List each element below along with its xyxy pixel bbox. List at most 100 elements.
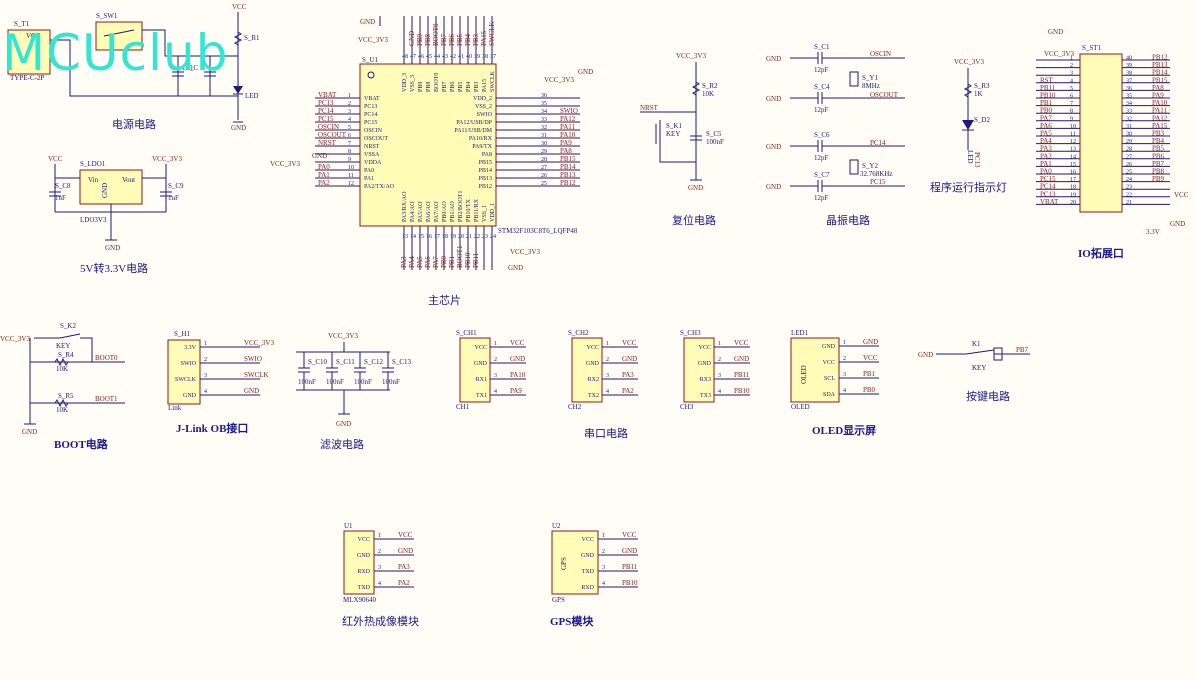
mcu-pin-name: BOOT0 [434,73,440,92]
uart-ch3: S_CH3 CH3 1 VCC VCC 2 GND GND 3 RX3 PB11 4 TX3 PB10 [680,329,750,411]
mcu-net-label: OSCOUT [318,131,347,139]
jlink-connector: S_H1 Link 1 3.3V VCC_3V3 2 SWIO SWIO 3 SWCLK SWC… [167,330,274,412]
filter-cap-val: 100nF [326,378,344,386]
mcu-pin-num: 5 [348,125,351,131]
mcu-net-label: PA10 [560,131,576,139]
mcu-pin-num: 7 [348,141,351,147]
boot-boot1: BOOT1 [95,395,118,403]
mcu-pin-num: 38 [482,54,488,60]
io-pin-num: 19 [1070,192,1076,198]
ir-net-label: VCC [398,531,413,539]
uart-pin-num: 2 [606,357,609,363]
mcu-pin-num: 24 [490,234,496,240]
section-title-ir: 红外热成像模块 [342,615,419,628]
oled-connector: LED1 OLED OLED 1 GND GND 2 VCC VCC 3 SCL PB1 4 SDA… [790,329,879,411]
crystal-oscin: OSCIN [870,50,891,58]
mcu-pin-name: PA2/TX/AO [364,184,395,190]
mcu-left-gnd: GND [312,152,327,160]
io-pin-num: 39 [1126,63,1132,69]
section-title-led: 程序运行指示灯 [930,180,1007,194]
section-title-boot: BOOT电路 [54,437,109,451]
gps-net-label: VCC [622,531,637,539]
uart-ref: S_CH2 [568,329,589,337]
gps-pin-num: 3 [602,565,605,571]
crystal-gnd-label: GND [766,183,781,191]
uart-sub: CH2 [568,403,582,411]
gps-module: U2 GPS GPS 1 VCC VCC 2 GND GND 3 TXD PB11 4 RXD PB1… [551,522,638,604]
ir-pin-num: 3 [378,565,381,571]
mcu-chip: S_U1 STM32F103C8T6_LQFP48 1 VBAT VBAT 2 PC13… [270,16,593,272]
uart-net-label: PB10 [734,387,750,395]
filter-cap-val: 100nF [298,378,316,386]
io-pin-num: 21 [1126,200,1132,206]
mcu-right-vcc3: VCC_3V3 [544,76,574,84]
mcu-pin-num: 41 [458,54,464,60]
uart-pin-name: GND [586,361,600,367]
ir-pin-name: RXD [357,569,370,575]
mcu-pin-name: PA3/RX/AO [402,191,408,222]
mcu-net-label: BOOT0 [432,23,440,46]
ir-ref: U1 [344,522,353,530]
ldo-c8-val: 1uF [55,194,66,202]
uart-net-label: PA10 [510,371,526,379]
mcu-net-label: PA7 [432,256,440,268]
mcu-pin-name: VDD_1 [490,203,496,222]
mcu-pin-name: PB7 [442,82,448,92]
mcu-pin-name: OSCIN [364,128,383,134]
mcu-pin-name: VSSA [364,152,380,158]
uart-pin-num: 4 [606,389,609,395]
led-d-ref: S_D2 [974,116,990,124]
io-pin-num: 1 [1070,56,1073,62]
mcu-right-gnd: GND [578,68,593,76]
mcu-net-label: PA11 [560,123,576,131]
io-ref: S_ST1 [1082,44,1102,52]
mcu-pin-name: PB5 [458,82,464,92]
switch-ref: S_SW1 [96,12,118,20]
io-pin-num: 5 [1070,86,1073,92]
mcu-pin-name: PA6/AO [426,201,432,222]
ldo-vcc3-net: VCC_3V3 [152,155,182,163]
power-led-label: LED [245,92,259,100]
crystal-y1-ref: S_Y1 [862,74,878,82]
mcu-pin-name: PB9 [418,82,424,92]
mcu-net-label: PA12 [560,115,576,123]
io-pin-num: 4 [1070,78,1073,84]
ir-pin-num: 4 [378,581,381,587]
mcu-net-label: PB13 [560,171,576,179]
ldo-circuit: S_LDO1 Vin Vout GND LDO3V3 VCC VCC_3V3 S… [48,155,184,252]
io-pin-num: 3 [1070,71,1073,77]
io-3v3: 3.3V [1146,228,1160,236]
ldo-c9-ref: S_C9 [168,182,184,190]
mcu-net-label: PA4 [408,256,416,268]
mcu-net-label: PC14 [318,107,334,115]
mcu-net-label: PB4 [464,33,472,46]
section-title-gps: GPS模块 [550,614,594,628]
crystal-gnd-label: GND [766,95,781,103]
crystal-oscout: OSCOUT [870,91,899,99]
mcu-net-label: PC15 [318,115,334,123]
mcu-pin-num: 26 [541,173,547,179]
mcu-net-label: PB15 [560,155,576,163]
mcu-top-gnd: GND [360,18,375,26]
ldo-gnd: GND [105,244,120,252]
io-pin-num: 27 [1126,154,1132,160]
reset-vcc3: VCC_3V3 [676,52,706,60]
filter-cap-val: 100nF [382,378,400,386]
led-r-val: 1K [974,90,983,98]
gps-pin-name: GND [581,553,595,559]
mcu-pin-num: 44 [434,54,440,60]
io-pin-num: 2 [1070,63,1073,69]
uart-pin-name: TX2 [588,393,599,399]
mcu-pin-num: 31 [541,133,547,139]
mcu-pin-num: 1 [348,93,351,99]
io-pin-num: 17 [1070,177,1076,183]
uart-pin-num: 1 [606,341,609,347]
mcu-pin-name: PA7/AO [434,201,440,222]
io-pin-num: 16 [1070,170,1076,176]
oled-pin-num: 3 [843,372,846,378]
mcu-pin-num: 8 [348,149,351,155]
mcu-net-label: PA2 [318,179,330,187]
io-left-pins: 1234RST5PB116PB107PB18PB09PA710PA611PA51… [1036,56,1080,206]
mcu-net-label: PB1 [448,255,456,268]
mcu-pin-num: 32 [541,125,547,131]
